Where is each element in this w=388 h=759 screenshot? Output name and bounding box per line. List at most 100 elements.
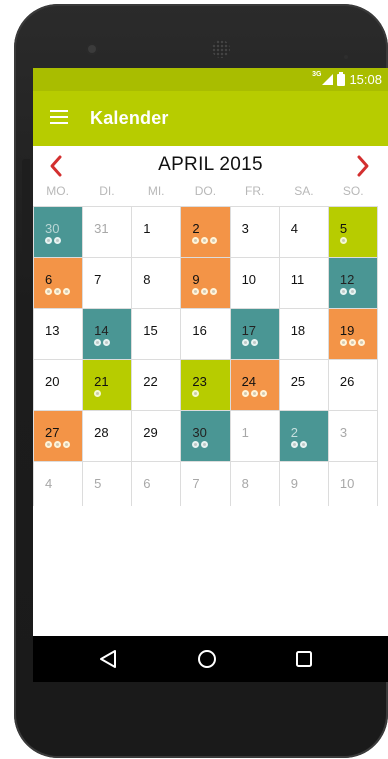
day-number: 6 — [45, 272, 53, 287]
chevron-right-icon[interactable] — [350, 154, 374, 178]
day-number: 3 — [241, 221, 249, 236]
calendar-day-cell[interactable]: 15 — [132, 309, 181, 359]
event-dot-icon — [192, 390, 200, 397]
calendar-day-cell[interactable]: 10 — [328, 462, 377, 512]
calendar-day-cell[interactable]: 2 — [279, 411, 328, 461]
event-dot-icon — [94, 390, 102, 397]
event-dot-icon — [348, 339, 356, 346]
calendar-day-cell[interactable]: 4 — [279, 207, 328, 257]
event-dot-icon — [250, 390, 258, 397]
calendar-day-cell[interactable]: 3 — [230, 207, 279, 257]
calendar-day-cell[interactable]: 23 — [181, 360, 230, 410]
calendar-day-cell[interactable]: 19 — [328, 309, 377, 359]
event-indicator-dots — [339, 339, 365, 346]
calendar-day-cell[interactable]: 17 — [230, 309, 279, 359]
back-triangle-icon[interactable] — [97, 648, 119, 670]
event-indicator-dots — [241, 390, 267, 397]
day-number: 30 — [192, 425, 207, 440]
calendar-day-cell[interactable]: 4 — [34, 462, 83, 512]
home-circle-icon[interactable] — [196, 648, 218, 670]
android-nav-bar — [33, 636, 388, 682]
calendar-day-cell[interactable]: 30 — [34, 207, 83, 257]
status-time: 15:08 — [349, 72, 382, 87]
network-type-label: 3G — [312, 71, 322, 78]
app-title: Kalender — [90, 108, 169, 128]
calendar-day-cell[interactable]: 25 — [279, 360, 328, 410]
event-dot-icon — [259, 390, 267, 397]
calendar-grid: 30 31 1 2 3 4 5 6 7 8 9 10 11 12 13 14 15 16 17 18 19 20 21 22 2… — [33, 206, 378, 512]
calendar-day-cell[interactable]: 6 — [34, 258, 83, 308]
calendar-day-cell[interactable]: 29 — [132, 411, 181, 461]
day-number: 9 — [192, 272, 200, 287]
calendar-day-cell[interactable]: 7 — [181, 462, 230, 512]
calendar-day-cell[interactable]: 14 — [83, 309, 132, 359]
proximity-sensor — [344, 46, 358, 77]
event-dot-icon — [45, 288, 52, 295]
day-number: 7 — [192, 476, 200, 491]
calendar-day-cell[interactable]: 30 — [181, 411, 230, 461]
event-dot-icon — [290, 441, 298, 448]
day-number: 23 — [192, 374, 207, 389]
calendar-day-cell[interactable]: 16 — [181, 309, 230, 359]
calendar-day-cell[interactable]: 9 — [279, 462, 328, 512]
day-number: 22 — [143, 374, 158, 389]
event-dot-icon — [94, 339, 102, 346]
app-bar: Kalender — [33, 91, 388, 146]
calendar-day-cell[interactable]: 3 — [328, 411, 377, 461]
day-number: 12 — [339, 272, 355, 287]
calendar-day-cell[interactable]: 5 — [83, 462, 132, 512]
event-dot-icon — [192, 288, 200, 295]
day-number: 8 — [241, 476, 249, 491]
calendar-day-cell[interactable]: 21 — [83, 360, 132, 410]
day-number: 11 — [290, 272, 305, 287]
calendar-day-cell[interactable]: 1 — [230, 411, 279, 461]
calendar-day-cell[interactable]: 6 — [132, 462, 181, 512]
day-number: 5 — [339, 221, 348, 236]
day-number: 1 — [241, 425, 249, 440]
day-number: 18 — [290, 323, 306, 338]
day-number: 20 — [45, 374, 60, 389]
event-dot-icon — [201, 441, 209, 448]
recent-apps-square-icon[interactable] — [293, 648, 315, 670]
event-indicator-dots — [241, 339, 258, 346]
event-dot-icon — [339, 339, 347, 346]
calendar-day-cell[interactable]: 2 — [181, 207, 230, 257]
calendar-day-cell[interactable]: 20 — [34, 360, 83, 410]
event-dot-icon — [103, 339, 111, 346]
calendar-day-cell[interactable]: 27 — [34, 411, 83, 461]
weekday-label: DO. — [194, 184, 217, 198]
calendar-day-cell[interactable]: 31 — [83, 207, 132, 257]
day-number: 10 — [339, 476, 355, 491]
event-dot-icon — [45, 237, 52, 244]
event-dot-icon — [54, 441, 61, 448]
month-title: APRIL 2015 — [158, 154, 263, 175]
calendar-day-cell[interactable]: 28 — [83, 411, 132, 461]
day-number: 10 — [241, 272, 257, 287]
calendar-day-cell[interactable]: 1 — [132, 207, 181, 257]
day-number: 13 — [45, 323, 60, 338]
event-dot-icon — [45, 441, 52, 448]
weekday-label: SO. — [342, 184, 364, 198]
calendar-day-cell[interactable]: 5 — [328, 207, 377, 257]
calendar-day-cell[interactable]: 12 — [328, 258, 377, 308]
calendar-day-cell[interactable]: 22 — [132, 360, 181, 410]
calendar-day-cell[interactable]: 24 — [230, 360, 279, 410]
event-indicator-dots — [339, 237, 347, 244]
calendar-day-cell[interactable]: 7 — [83, 258, 132, 308]
calendar-day-cell[interactable]: 8 — [230, 462, 279, 512]
day-number: 29 — [143, 425, 158, 440]
volume-button — [22, 159, 30, 277]
day-number: 17 — [241, 323, 257, 338]
calendar-day-cell[interactable]: 10 — [230, 258, 279, 308]
event-dot-icon — [192, 441, 200, 448]
hamburger-menu-icon[interactable] — [50, 110, 68, 124]
event-dot-icon — [63, 441, 70, 448]
calendar-day-cell[interactable]: 18 — [279, 309, 328, 359]
calendar-day-cell[interactable]: 11 — [279, 258, 328, 308]
calendar-day-cell[interactable]: 9 — [181, 258, 230, 308]
calendar-day-cell[interactable]: 26 — [328, 360, 377, 410]
weekday-header: MO. DI. MI. DO. FR. SA. SO. — [33, 184, 378, 204]
calendar-day-cell[interactable]: 8 — [132, 258, 181, 308]
day-number: 26 — [339, 374, 355, 389]
calendar-day-cell[interactable]: 13 — [34, 309, 83, 359]
